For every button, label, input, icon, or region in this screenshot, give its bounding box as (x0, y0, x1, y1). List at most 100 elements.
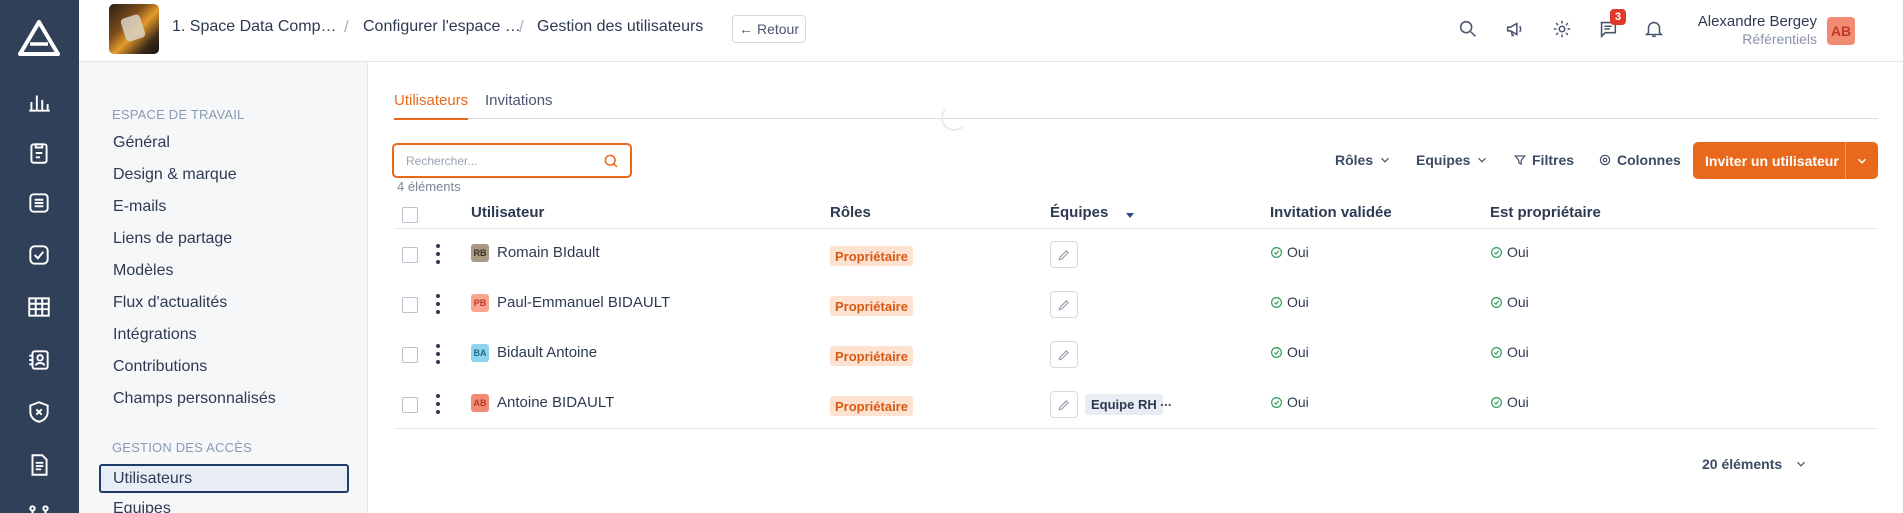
row-checkbox[interactable] (402, 397, 418, 413)
sidebar-item-custom-fields[interactable]: Champs personnalisés (113, 390, 276, 408)
table-row: AB Antoine BIDAULT Propriétaire Equipe R… (394, 379, 1878, 429)
gear-icon[interactable] (1549, 16, 1575, 42)
check-circle-icon (1271, 396, 1282, 408)
breadcrumb-configure[interactable]: Configurer l'espace … (363, 18, 521, 36)
pencil-icon (1058, 249, 1069, 260)
back-button[interactable]: ← Retour (732, 15, 806, 43)
breadcrumb-separator: / (519, 17, 524, 36)
search-icon[interactable] (602, 152, 620, 170)
row-menu-icon[interactable] (434, 394, 442, 414)
sidebar-item-design[interactable]: Design & marque (113, 166, 237, 184)
tab-invitations[interactable]: Invitations (485, 92, 553, 118)
roles-filter-button[interactable]: Rôles (1335, 152, 1392, 168)
bell-icon[interactable] (1641, 16, 1667, 42)
edit-teams-button[interactable] (1050, 341, 1078, 368)
main-content: Utilisateurs Invitations 4 éléments Rôle… (368, 62, 1903, 513)
clipboard-icon[interactable] (24, 138, 54, 168)
app-rail (0, 0, 79, 513)
user-name-cell[interactable]: Antoine BIDAULT (497, 394, 614, 411)
document-icon[interactable] (24, 450, 54, 480)
role-badge: Propriétaire (830, 346, 913, 366)
table-row: BA Bidault Antoine Propriétaire Oui Oui (394, 329, 1878, 379)
row-menu-icon[interactable] (434, 294, 442, 314)
columns-label: Colonnes (1617, 152, 1681, 168)
teams-filter-label: Equipes (1416, 152, 1471, 168)
settings-sidebar: ESPACE DE TRAVAIL Général Design & marqu… (79, 62, 368, 513)
loading-spinner (941, 105, 967, 131)
pencil-icon (1058, 299, 1069, 310)
shield-icon[interactable] (24, 397, 54, 427)
project-thumbnail[interactable] (109, 4, 159, 54)
page-size-select[interactable]: 20 éléments (1702, 456, 1808, 472)
select-all-checkbox[interactable] (402, 207, 418, 223)
checklist-icon[interactable] (24, 240, 54, 270)
table-row: PB Paul-Emmanuel BIDAULT Propriétaire Ou… (394, 279, 1878, 329)
user-name-cell[interactable]: Romain BIdault (497, 244, 600, 261)
avatar: RB (471, 244, 489, 262)
column-invitation[interactable]: Invitation validée (1270, 204, 1392, 221)
chat-icon[interactable]: 3 (1595, 9, 1626, 42)
column-owner[interactable]: Est propriétaire (1490, 204, 1601, 221)
sort-desc-icon[interactable] (1126, 213, 1134, 218)
invite-user-button[interactable]: Inviter un utilisateur (1693, 142, 1878, 179)
row-menu-icon[interactable] (434, 344, 442, 364)
user-name-cell[interactable]: Paul-Emmanuel BIDAULT (497, 294, 670, 311)
sidebar-item-contributions[interactable]: Contributions (113, 358, 207, 376)
sidebar-item-users[interactable]: Utilisateurs (99, 464, 349, 493)
edit-teams-button[interactable] (1050, 391, 1078, 418)
avatar[interactable]: AB (1827, 17, 1855, 45)
sidebar-item-templates[interactable]: Modèles (113, 262, 173, 280)
owner-cell: Oui (1490, 294, 1529, 310)
sidebar-item-share-links[interactable]: Liens de partage (113, 230, 232, 248)
gear-icon (1599, 154, 1611, 166)
breadcrumb-separator: / (344, 17, 349, 36)
columns-button[interactable]: Colonnes (1598, 152, 1681, 168)
breadcrumb-project[interactable]: 1. Space Data Comp… (172, 18, 337, 36)
row-checkbox[interactable] (402, 297, 418, 313)
column-user[interactable]: Utilisateur (471, 204, 544, 221)
sidebar-item-general[interactable]: Général (113, 134, 170, 152)
invitation-value: Oui (1287, 394, 1309, 410)
logo-icon[interactable] (18, 20, 60, 56)
network-icon[interactable] (24, 500, 54, 513)
sidebar-item-news-feed[interactable]: Flux d'actualités (113, 294, 227, 312)
team-chip: Equipe RH (1085, 394, 1163, 415)
breadcrumb-current: Gestion des utilisateurs (537, 18, 704, 35)
invitation-value: Oui (1287, 244, 1309, 260)
invitation-value: Oui (1287, 294, 1309, 310)
tab-users[interactable]: Utilisateurs (394, 92, 469, 120)
chevron-down-icon (1381, 157, 1390, 163)
role-badge: Propriétaire (830, 396, 913, 416)
invite-dropdown-button[interactable] (1845, 142, 1878, 179)
top-header: 1. Space Data Comp… / Configurer l'espac… (79, 0, 1903, 62)
teams-filter-button[interactable]: Equipes (1416, 152, 1489, 168)
edit-teams-button[interactable] (1050, 241, 1078, 268)
edit-teams-button[interactable] (1050, 291, 1078, 318)
invite-user-label: Inviter un utilisateur (1705, 152, 1839, 169)
owner-cell: Oui (1490, 394, 1529, 410)
stack-icon[interactable] (24, 188, 54, 218)
chart-icon[interactable] (24, 87, 54, 117)
search-icon[interactable] (1455, 16, 1481, 42)
user-subtitle: Référentiels (1742, 31, 1817, 47)
filters-button[interactable]: Filtres (1513, 152, 1574, 168)
filter-icon (1514, 155, 1526, 166)
megaphone-icon[interactable] (1502, 16, 1528, 42)
sidebar-item-integrations[interactable]: Intégrations (113, 326, 197, 344)
table-icon[interactable] (24, 292, 54, 322)
row-checkbox[interactable] (402, 347, 418, 363)
sidebar-item-emails[interactable]: E-mails (113, 198, 166, 216)
invitation-cell: Oui (1270, 294, 1309, 310)
search-input[interactable] (406, 152, 596, 170)
check-circle-icon (1491, 296, 1502, 308)
more-teams-indicator[interactable]: ... (1160, 393, 1172, 409)
check-circle-icon (1271, 346, 1282, 358)
column-roles[interactable]: Rôles (830, 204, 871, 221)
badge-icon[interactable] (24, 345, 54, 375)
user-name[interactable]: Alexandre Bergey (1698, 13, 1817, 30)
column-teams[interactable]: Équipes (1050, 204, 1108, 221)
row-menu-icon[interactable] (434, 244, 442, 264)
row-checkbox[interactable] (402, 247, 418, 263)
sidebar-item-teams[interactable]: Equipes (113, 500, 171, 513)
user-name-cell[interactable]: Bidault Antoine (497, 344, 597, 361)
